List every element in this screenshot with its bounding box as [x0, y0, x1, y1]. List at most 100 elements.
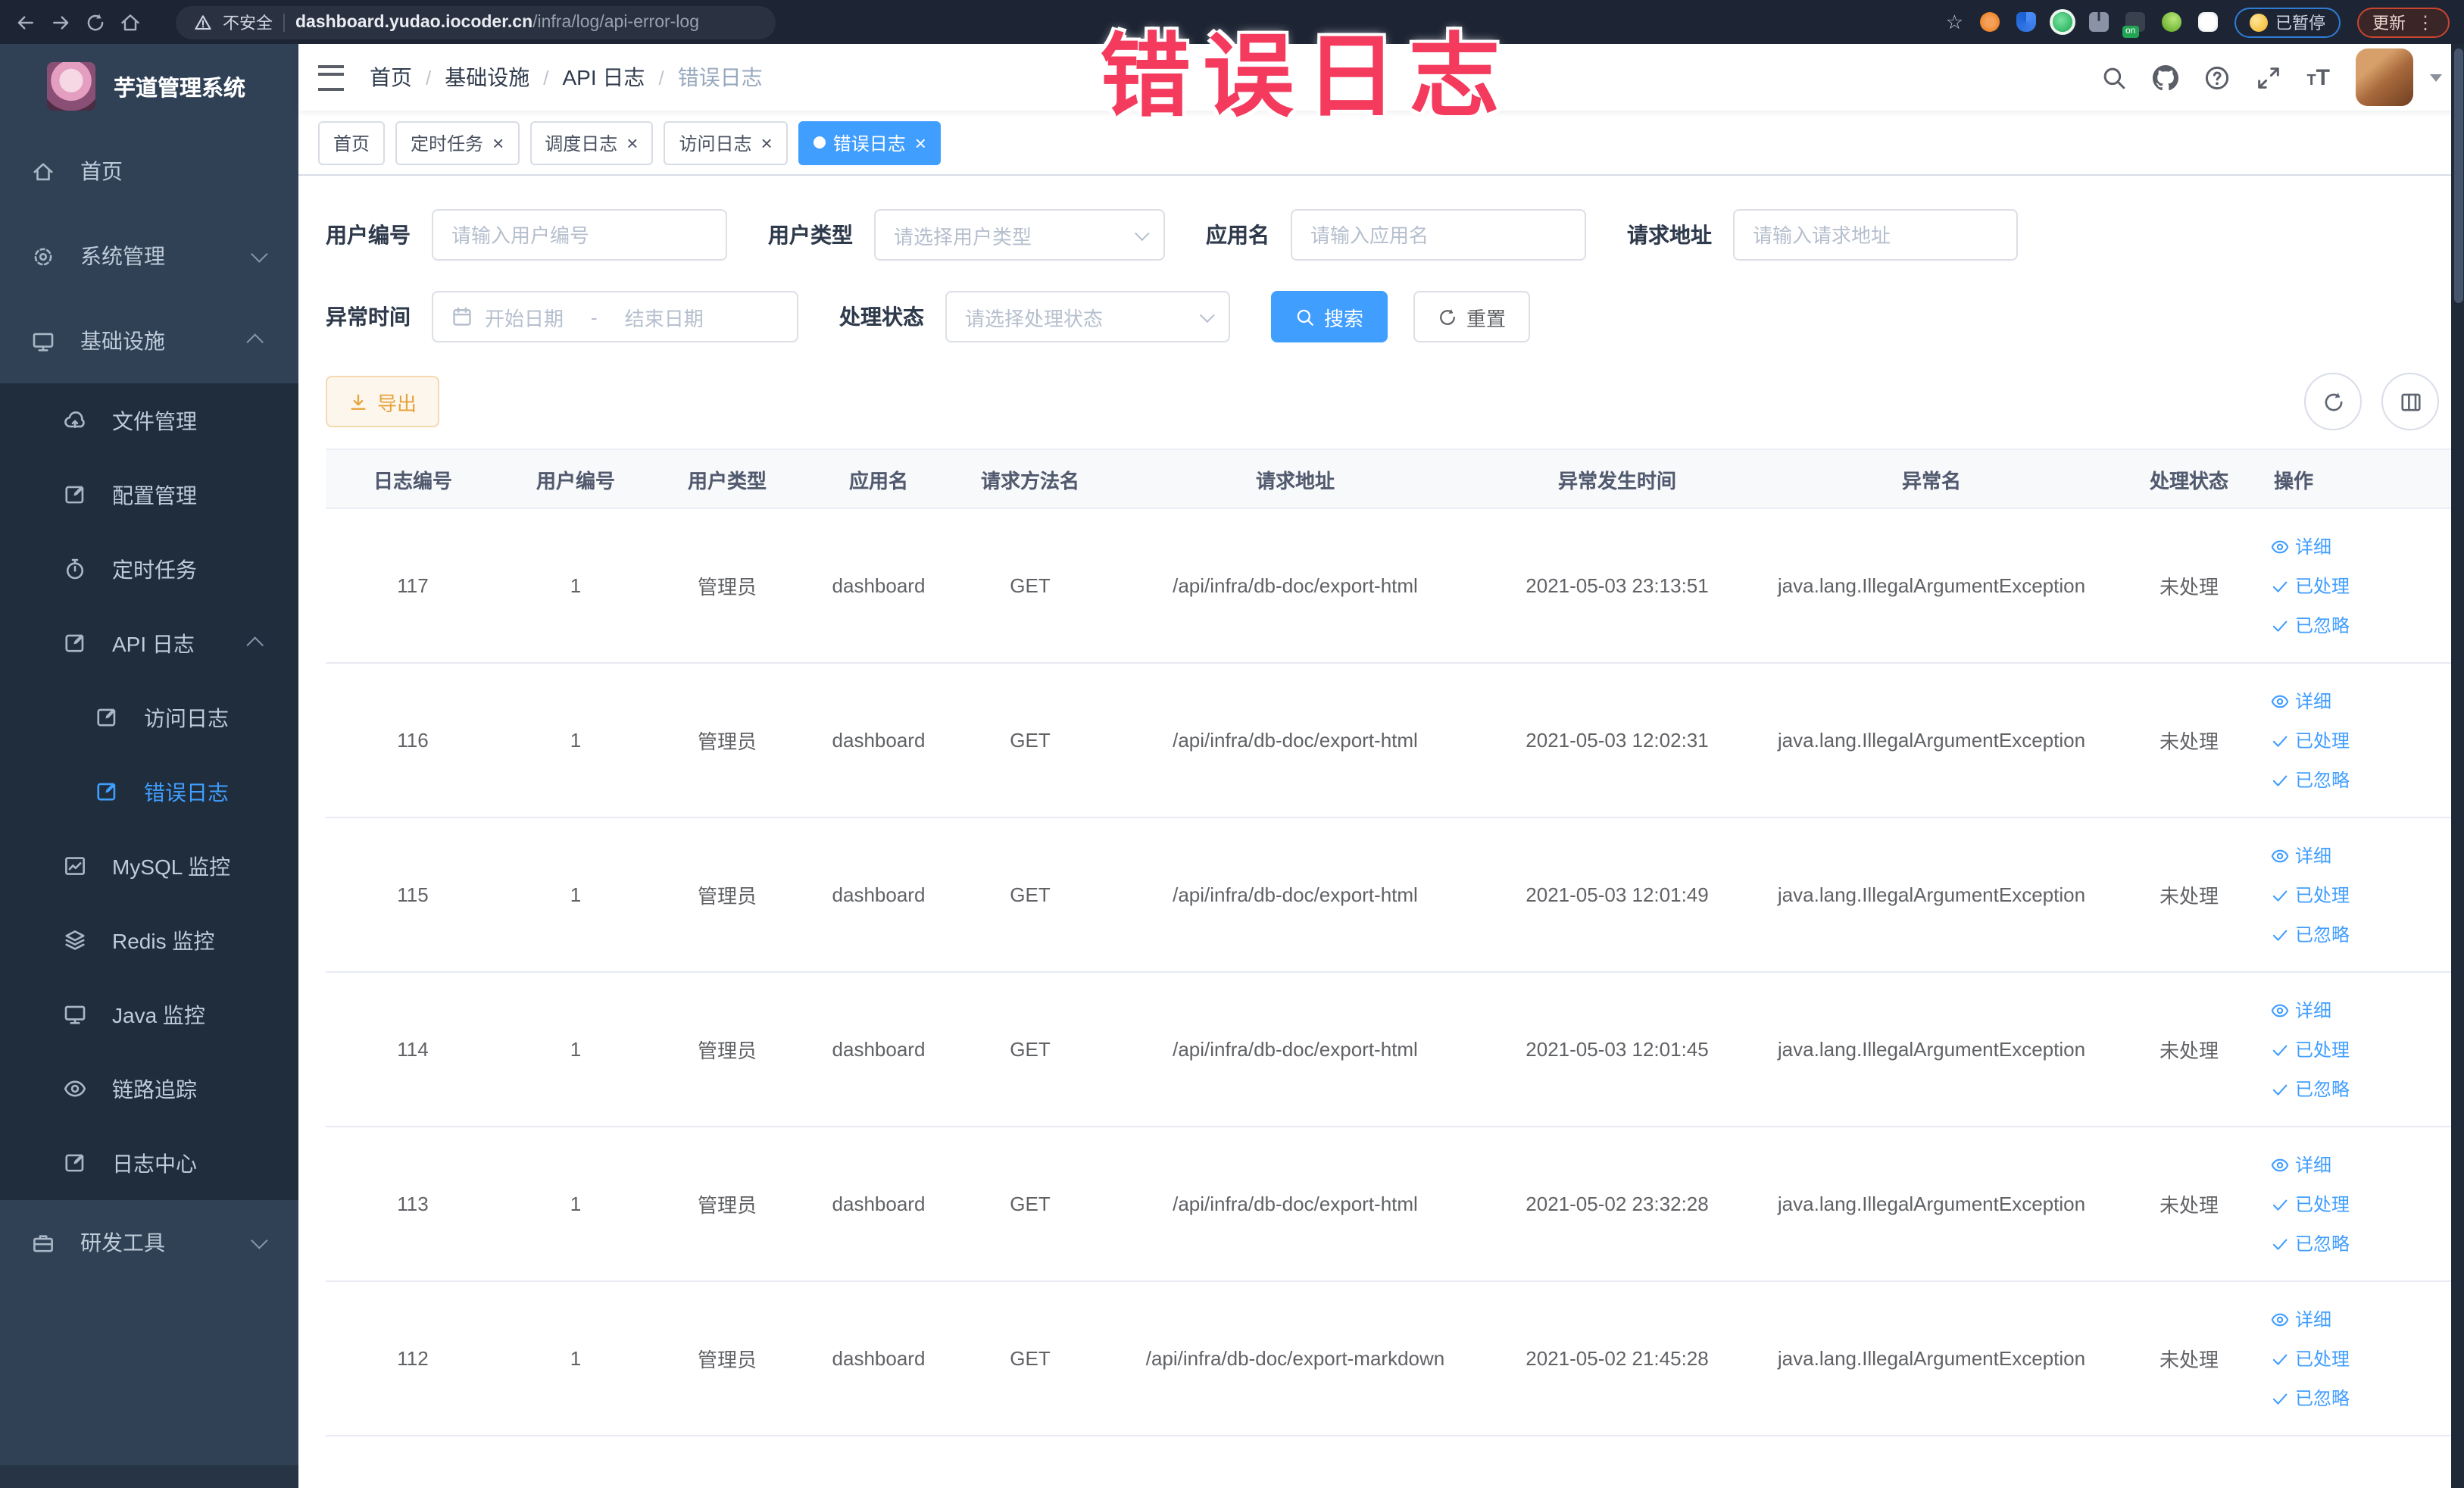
breadcrumb-item[interactable]: 基础设施 [445, 62, 529, 92]
sidebar-item-error-log[interactable]: 错误日志 [0, 755, 298, 829]
date-range-picker[interactable]: 开始日期 - 结束日期 [432, 291, 798, 342]
sidebar-item-api-logs[interactable]: API 日志 [0, 606, 298, 680]
action-processed-link[interactable]: 已处理 [2271, 566, 2448, 605]
window-scrollbar[interactable] [2451, 44, 2464, 1488]
sidebar-item-infrastructure[interactable]: 基础设施 [0, 299, 298, 383]
user-id-input[interactable] [432, 209, 727, 261]
breadcrumb-item[interactable]: 首页 [370, 62, 412, 92]
sidebar-item-dev-tools[interactable]: 研发工具 [0, 1200, 298, 1285]
update-button[interactable]: 更新 ⋮ [2357, 7, 2450, 37]
sidebar-item-config-management[interactable]: 配置管理 [0, 458, 298, 532]
request-url-input[interactable] [1733, 209, 2018, 261]
action-ignored-link[interactable]: 已忽略 [2271, 1224, 2448, 1263]
tab-scheduled-jobs[interactable]: 定时任务 × [395, 120, 520, 164]
hamburger-icon[interactable] [318, 64, 344, 90]
extensions-puzzle-icon[interactable] [2198, 12, 2218, 32]
action-label: 详细 [2295, 1000, 2332, 1021]
action-processed-link[interactable]: 已处理 [2271, 1030, 2448, 1069]
tab-label: 调度日志 [545, 133, 618, 154]
sidebar-item-redis-monitor[interactable]: Redis 监控 [0, 903, 298, 977]
tab-access-log[interactable]: 访问日志 × [664, 120, 788, 164]
action-label: 已处理 [2295, 885, 2350, 906]
action-processed-link[interactable]: 已处理 [2271, 1339, 2448, 1378]
action-detail-link[interactable]: 详细 [2271, 836, 2448, 875]
browser-forward-icon[interactable] [50, 11, 71, 33]
sidebar-item-java-monitor[interactable]: Java 监控 [0, 977, 298, 1052]
action-label: 已忽略 [2295, 1388, 2350, 1409]
cell-app: dashboard [803, 508, 954, 664]
close-icon[interactable]: × [915, 133, 926, 152]
filter-row-2: 异常时间 开始日期 - 结束日期 处理状态 请选择处理状态 搜索 重置 [326, 291, 2447, 342]
scrollbar-thumb[interactable] [2453, 48, 2462, 303]
github-icon[interactable] [2152, 64, 2178, 90]
action-ignored-link[interactable]: 已忽略 [2271, 914, 2448, 954]
browser-back-icon[interactable] [15, 11, 36, 33]
app-name-input[interactable] [1291, 209, 1586, 261]
cell-app: dashboard [803, 1281, 954, 1436]
table-toolbar: 导出 [326, 373, 2447, 430]
reset-button[interactable]: 重置 [1413, 291, 1531, 342]
sidebar-logo[interactable]: 芋道管理系统 [0, 44, 298, 129]
address-bar[interactable]: 不安全 dashboard.yudao.iocoder.cn/infra/log… [176, 5, 776, 39]
sidebar-item-scheduled-jobs[interactable]: 定时任务 [0, 532, 298, 606]
action-ignored-link[interactable]: 已忽略 [2271, 1069, 2448, 1108]
action-processed-link[interactable]: 已处理 [2271, 875, 2448, 914]
breadcrumb-item[interactable]: API 日志 [563, 62, 645, 92]
tab-error-log[interactable]: 错误日志 × [798, 120, 942, 164]
browser-reload-icon[interactable] [85, 11, 106, 33]
extension-icon-grid[interactable] [2089, 12, 2109, 32]
breadcrumb-separator: / [543, 66, 549, 89]
refresh-table-button[interactable] [2304, 373, 2362, 430]
avatar[interactable] [2356, 48, 2413, 106]
fullscreen-icon[interactable] [2255, 64, 2281, 90]
sidebar-item-home[interactable]: 首页 [0, 129, 298, 214]
cell-actions: 详细已处理 已忽略 [2265, 972, 2454, 1127]
calendar-icon [451, 306, 473, 327]
action-detail-link[interactable]: 详细 [2271, 990, 2448, 1030]
browser-menu-icon[interactable]: ⋮ [2416, 13, 2434, 31]
extension-icon-orange[interactable] [1980, 12, 2000, 32]
cell-time: 2021-05-03 12:01:45 [1485, 972, 1750, 1127]
export-button[interactable]: 导出 [326, 376, 440, 427]
sidebar-item-mysql-monitor[interactable]: MySQL 监控 [0, 829, 298, 903]
paused-badge[interactable]: 已暂停 [2234, 7, 2341, 37]
column-header: 用户编号 [500, 449, 651, 509]
action-detail-link[interactable]: 详细 [2271, 681, 2448, 721]
cell-exception: java.lang.IllegalArgumentException [1750, 817, 2113, 973]
help-icon[interactable] [2203, 64, 2229, 90]
exception-time-label: 异常时间 [326, 305, 411, 329]
sidebar-item-system-management[interactable]: 系统管理 [0, 214, 298, 299]
tab-schedule-log[interactable]: 调度日志 × [529, 120, 654, 164]
avatar-caret-icon[interactable] [2430, 73, 2442, 81]
action-processed-link[interactable]: 已处理 [2271, 1184, 2448, 1224]
extension-icon-dark-on[interactable]: on [2122, 12, 2145, 38]
action-ignored-link[interactable]: 已忽略 [2271, 760, 2448, 799]
action-ignored-link[interactable]: 已忽略 [2271, 1378, 2448, 1418]
user-type-select[interactable]: 请选择用户类型 [874, 209, 1165, 261]
close-icon[interactable]: × [626, 133, 638, 152]
close-icon[interactable]: × [492, 133, 504, 152]
chevron-down-icon [1199, 307, 1215, 323]
sidebar-item-trace[interactable]: 链路追踪 [0, 1052, 298, 1126]
close-icon[interactable]: × [761, 133, 773, 152]
check-icon [2271, 1080, 2289, 1098]
font-size-icon[interactable]: TT [2306, 66, 2330, 89]
process-status-select[interactable]: 请选择处理状态 [945, 291, 1230, 342]
action-detail-link[interactable]: 详细 [2271, 1145, 2448, 1184]
extension-icon-green-leaf[interactable] [2162, 12, 2181, 32]
action-processed-link[interactable]: 已处理 [2271, 721, 2448, 760]
extension-icon-green-circle[interactable] [2053, 12, 2072, 32]
action-detail-link[interactable]: 详细 [2271, 1299, 2448, 1339]
sidebar-item-access-log[interactable]: 访问日志 [0, 680, 298, 755]
action-ignored-link[interactable]: 已忽略 [2271, 605, 2448, 645]
column-settings-button[interactable] [2381, 373, 2439, 430]
action-detail-link[interactable]: 详细 [2271, 527, 2448, 566]
search-icon[interactable] [2100, 64, 2126, 90]
browser-home-icon[interactable] [120, 11, 141, 33]
bookmark-star-icon[interactable]: ☆ [1946, 12, 1963, 32]
search-button[interactable]: 搜索 [1271, 291, 1388, 342]
tab-home[interactable]: 首页 [318, 120, 386, 164]
sidebar-item-log-center[interactable]: 日志中心 [0, 1126, 298, 1200]
sidebar-item-file-management[interactable]: 文件管理 [0, 383, 298, 458]
extension-icon-blue-shield[interactable] [2016, 12, 2036, 32]
